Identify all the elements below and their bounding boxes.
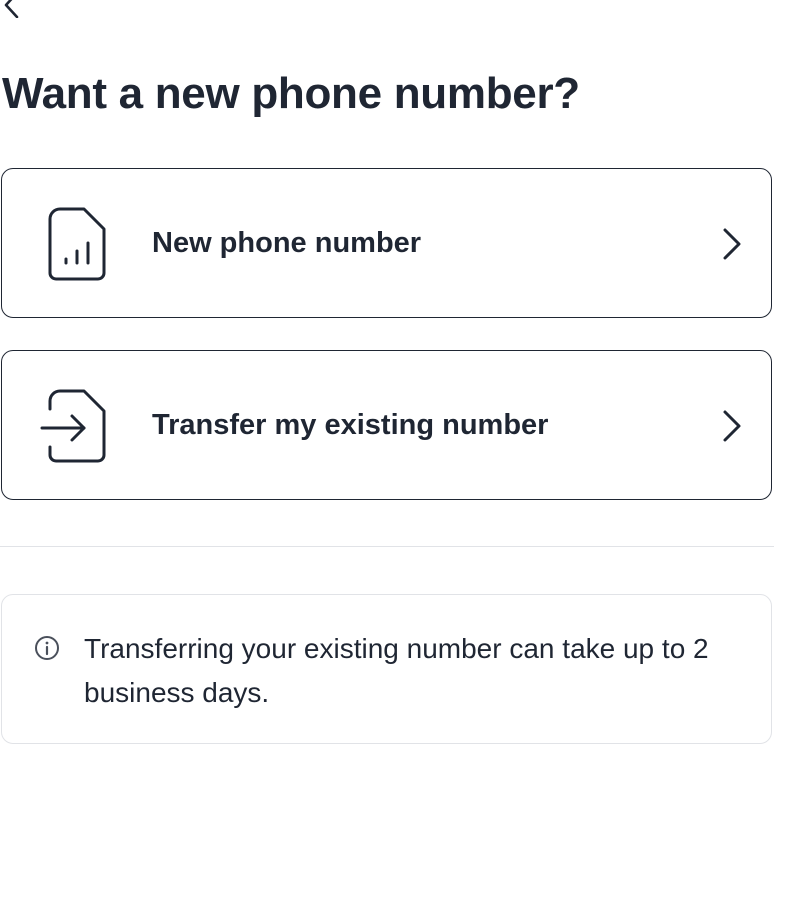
transfer-number-option[interactable]: Transfer my existing number xyxy=(1,350,772,500)
info-text: Transferring your existing number can ta… xyxy=(84,633,709,708)
info-icon xyxy=(35,636,59,660)
info-notice: Transferring your existing number can ta… xyxy=(1,594,772,744)
page-title: Want a new phone number? xyxy=(2,69,580,118)
transfer-in-icon xyxy=(40,389,112,463)
new-phone-number-option[interactable]: New phone number xyxy=(1,168,772,318)
chevron-right-icon xyxy=(723,410,741,442)
divider xyxy=(0,546,774,547)
back-button[interactable] xyxy=(0,0,22,19)
transfer-number-label: Transfer my existing number xyxy=(152,408,549,441)
chevron-right-icon xyxy=(723,228,741,260)
chevron-left-icon xyxy=(4,0,19,19)
sim-card-icon xyxy=(40,207,112,281)
new-phone-number-label: New phone number xyxy=(152,226,422,259)
